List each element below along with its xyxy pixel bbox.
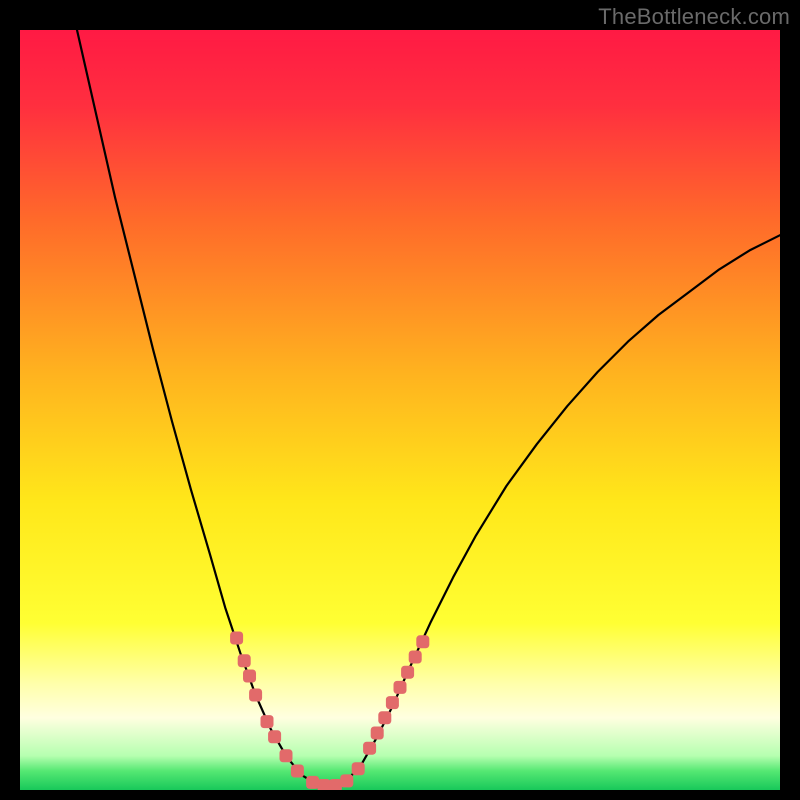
chart-plot [20,30,780,790]
data-marker [306,776,319,789]
data-marker [409,651,422,664]
data-marker [371,727,384,740]
data-marker [329,779,342,790]
data-marker [352,762,365,775]
data-marker [291,765,304,778]
data-marker [261,715,274,728]
data-marker [378,711,391,724]
data-marker [401,666,414,679]
data-marker [249,689,262,702]
data-marker [394,681,407,694]
data-marker [340,774,353,787]
watermark-text: TheBottleneck.com [598,4,790,30]
chart-frame: TheBottleneck.com [0,0,800,800]
data-marker [243,670,256,683]
data-marker [416,635,429,648]
data-marker [230,632,243,645]
data-marker [238,654,251,667]
gradient-background [20,30,780,790]
data-marker [318,779,331,790]
data-marker [363,742,376,755]
data-marker [280,749,293,762]
data-marker [268,730,281,743]
data-marker [386,696,399,709]
